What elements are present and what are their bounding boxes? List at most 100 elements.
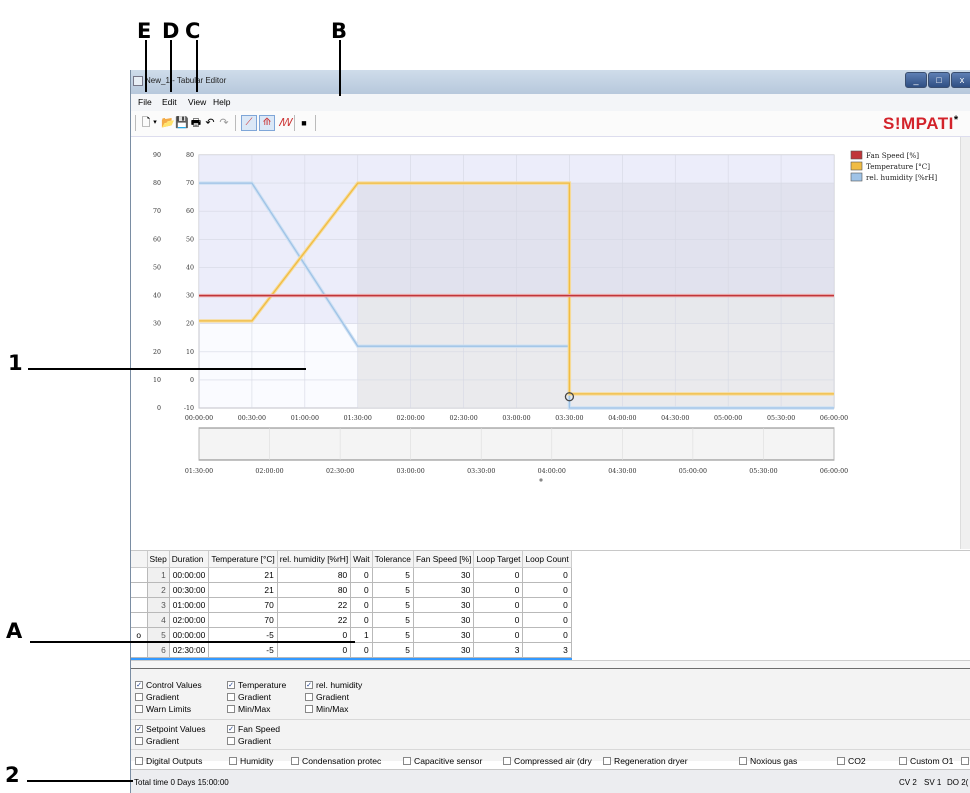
column-header[interactable]: Loop Target (473, 551, 524, 568)
row-header[interactable] (131, 611, 148, 628)
table-cell[interactable]: 6 (146, 641, 170, 658)
fan-speed-checkbox[interactable]: ✓ Fan Speed (227, 723, 280, 734)
temperature-checkbox[interactable]: ✓ Temperature (227, 679, 286, 690)
table-cell[interactable]: 3 (522, 641, 572, 658)
column-header[interactable]: Fan Speed [%] (413, 551, 475, 568)
table-cell[interactable]: 70 (208, 611, 278, 628)
redo-icon[interactable]: ↷ (218, 116, 230, 130)
table-cell[interactable]: 0 (350, 581, 373, 598)
row-header[interactable] (131, 596, 148, 613)
setpoint-gradient-checkbox[interactable]: Gradient (135, 735, 179, 746)
table-cell[interactable]: 5 (371, 611, 414, 628)
table-cell[interactable]: 30 (412, 566, 475, 583)
step-grid[interactable]: Step Duration Temperature [°C] rel. humidit… (131, 551, 572, 673)
table-cell[interactable]: 21 (208, 566, 278, 583)
table-cell[interactable]: 4 (146, 611, 170, 628)
table-cell[interactable]: 01:00:00 (168, 596, 210, 613)
digital-output-checkbox[interactable]: Custom O2 (961, 755, 970, 766)
undo-icon[interactable]: ↶ (204, 116, 216, 130)
table-cell[interactable]: 30 (412, 596, 475, 613)
digital-output-checkbox[interactable]: Capacitive sensor (403, 755, 482, 766)
digital-output-checkbox[interactable]: Custom O1 (899, 755, 953, 766)
table-row[interactable]: 2 00:30:00 21 80 0 5 30 0 0 (131, 581, 572, 598)
new-file-icon[interactable]: 🗋 (140, 116, 152, 130)
table-row[interactable]: 4 02:00:00 70 22 0 5 30 0 0 (131, 611, 572, 628)
table-cell[interactable]: 1 (350, 626, 373, 643)
table-cell[interactable]: 22 (276, 596, 352, 613)
table-cell[interactable]: 0 (350, 566, 373, 583)
table-cell[interactable]: 30 (412, 626, 475, 643)
column-header[interactable]: Tolerance (372, 551, 414, 568)
warn-limits-checkbox[interactable]: Warn Limits (135, 703, 191, 714)
table-cell[interactable]: 0 (522, 626, 572, 643)
save-icon[interactable]: 💾 (175, 116, 189, 130)
control-values-checkbox[interactable]: ✓ Control Values (135, 679, 202, 690)
table-cell[interactable]: 0 (350, 611, 373, 628)
profile-chart[interactable]: 00:00:00 00:30:00 01:00:00 01:30:00 02:00:00… (131, 137, 970, 549)
column-header[interactable]: Duration (169, 551, 210, 568)
table-cell[interactable]: 1 (146, 566, 170, 583)
table-cell[interactable]: 80 (276, 566, 352, 583)
table-cell[interactable]: 30 (412, 641, 475, 658)
table-cell[interactable]: 0 (350, 641, 373, 658)
table-cell[interactable]: 0 (473, 596, 524, 613)
table-cell[interactable]: 80 (276, 581, 352, 598)
profile-chart-svg[interactable]: 00:00:00 00:30:00 01:00:00 01:30:00 02:00:00… (131, 137, 960, 549)
table-cell[interactable]: 22 (276, 611, 352, 628)
table-row[interactable]: 3 01:00:00 70 22 0 5 30 0 0 (131, 596, 572, 613)
panel-splitter[interactable] (131, 660, 970, 669)
humidity-minmax-checkbox[interactable]: Min/Max (305, 703, 348, 714)
table-cell[interactable]: 02:00:00 (168, 611, 210, 628)
table-cell[interactable]: 0 (522, 566, 572, 583)
humidity-checkbox[interactable]: ✓ rel. humidity (305, 679, 362, 690)
table-cell[interactable]: 3 (473, 641, 524, 658)
column-header[interactable]: Loop Count (522, 551, 572, 568)
close-button[interactable]: x (951, 72, 970, 88)
table-cell[interactable]: 0 (350, 596, 373, 613)
ramp-mode-icon[interactable]: ⟰ (259, 115, 275, 131)
table-cell[interactable]: 30 (412, 611, 475, 628)
table-cell[interactable]: 0 (473, 566, 524, 583)
control-gradient-checkbox[interactable]: Gradient (135, 691, 179, 702)
table-cell[interactable]: 30 (412, 581, 475, 598)
table-cell[interactable]: 0 (522, 596, 572, 613)
table-cell[interactable]: 0 (473, 626, 524, 643)
column-header[interactable]: Wait (350, 551, 373, 568)
digital-output-checkbox[interactable]: Compressed air (dry (503, 755, 592, 766)
row-header[interactable] (131, 641, 148, 658)
temperature-gradient-checkbox[interactable]: Gradient (227, 691, 271, 702)
digital-output-checkbox[interactable]: Humidity (229, 755, 273, 766)
table-cell[interactable]: 5 (371, 566, 414, 583)
table-cell[interactable]: 0 (276, 626, 352, 643)
table-cell[interactable]: 5 (371, 581, 414, 598)
step-table[interactable]: Step Duration Temperature [°C] rel. humidit… (131, 550, 970, 673)
row-header[interactable] (131, 566, 148, 583)
table-cell[interactable]: 0 (473, 611, 524, 628)
table-cell[interactable]: 5 (371, 626, 414, 643)
table-cell[interactable]: 0 (276, 641, 352, 658)
table-row[interactable]: o 5 00:00:00 -5 0 1 5 30 0 0 (131, 626, 572, 643)
column-header[interactable]: Temperature [°C] (208, 551, 278, 568)
digital-output-checkbox[interactable]: Noxious gas (739, 755, 797, 766)
stop-icon[interactable]: ■ (298, 116, 310, 130)
digital-outputs-checkbox[interactable]: Digital Outputs (135, 755, 202, 766)
table-row[interactable]: 1 00:00:00 21 80 0 5 30 0 0 (131, 566, 572, 583)
print-icon[interactable]: 🖶 (189, 116, 203, 130)
menu-view[interactable]: View (188, 97, 206, 107)
column-header[interactable]: Step (147, 551, 170, 568)
table-cell[interactable]: 2 (146, 581, 170, 598)
digital-output-checkbox[interactable]: CO2 (837, 755, 866, 766)
table-cell[interactable]: -5 (208, 641, 278, 658)
column-header[interactable]: rel. humidity [%rH] (277, 551, 352, 568)
table-cell[interactable]: -5 (208, 626, 278, 643)
table-cell[interactable]: 5 (371, 641, 414, 658)
curve-mode-icon[interactable]: ꟿ (278, 116, 292, 130)
title-bar[interactable]: New_1 - Tabular Editor _ □ x (131, 70, 970, 94)
humidity-gradient-checkbox[interactable]: Gradient (305, 691, 349, 702)
table-cell[interactable]: 0 (522, 581, 572, 598)
row-header[interactable]: o (131, 626, 148, 643)
linear-mode-icon[interactable]: ⟋ (241, 115, 257, 131)
fan-gradient-checkbox[interactable]: Gradient (227, 735, 271, 746)
table-cell[interactable]: 0 (473, 581, 524, 598)
table-cell[interactable]: 00:30:00 (168, 581, 210, 598)
